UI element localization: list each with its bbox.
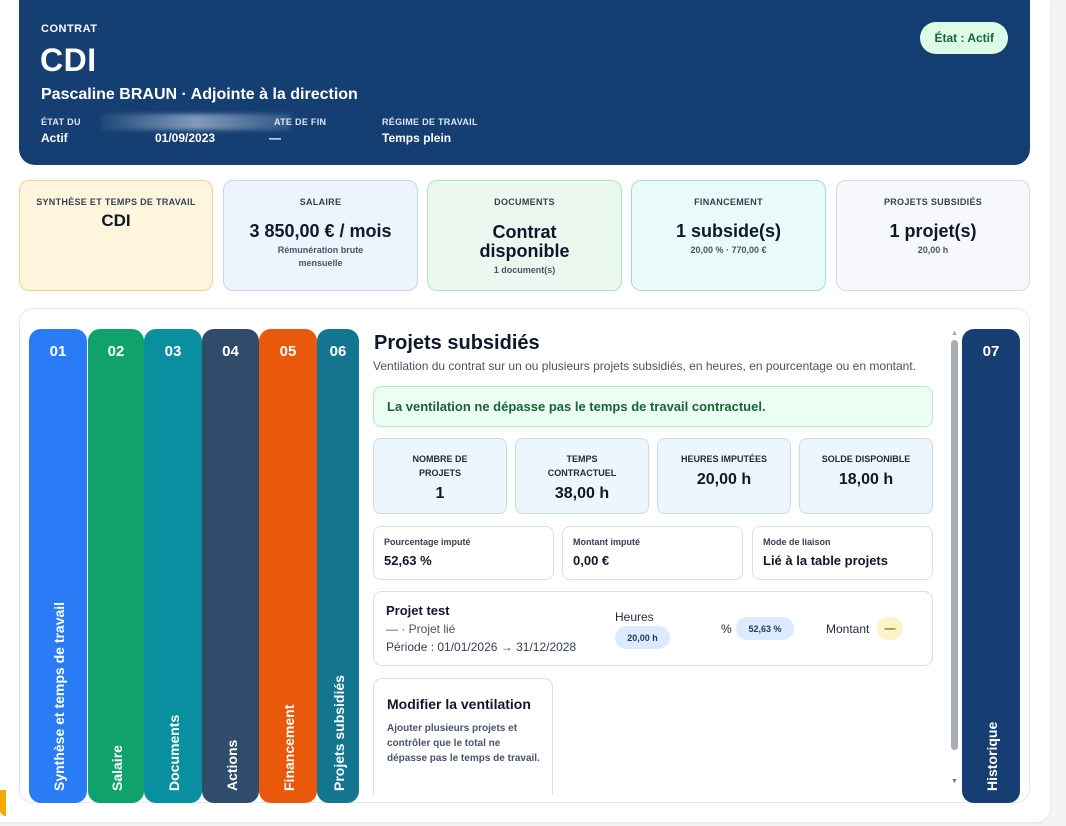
section-title: Projets subsidiés (374, 332, 540, 354)
page-accent-strip (0, 790, 6, 816)
card-value: 3 850,00 € / mois (249, 221, 392, 241)
card-label: FINANCEMENT (694, 197, 763, 207)
card-value: Contrat disponible (479, 222, 570, 261)
card-note: Rémunération brute mensuelle (277, 245, 364, 268)
amount-label: Montant (826, 622, 870, 636)
meta-value-start-date: 01/09/2023 (155, 131, 216, 145)
card-note: 1 document(s) (493, 265, 556, 275)
mini-value: 0,00 € (573, 553, 610, 568)
scroll-down-arrow-icon[interactable]: ▼ (951, 778, 958, 785)
percent-label: % (721, 622, 732, 636)
mini-label: Montant imputé (573, 537, 640, 547)
stat-label: SOLDE DISPONIBLE (821, 454, 911, 464)
card-note: 20,00 h (917, 245, 949, 255)
amount-badge: — (877, 617, 903, 640)
tab-subsidized-projects[interactable]: 06 Projets subsidiés (317, 329, 359, 803)
tab-salary[interactable]: 02 Salaire (88, 329, 144, 803)
card-label: SALAIRE (299, 197, 342, 207)
section-description: Ventilation du contrat sur un ou plusieu… (373, 359, 917, 373)
summary-card-salary[interactable]: SALAIRE 3 850,00 € / mois Rémunération b… (223, 180, 418, 291)
hours-label: Heures (615, 610, 654, 624)
content-scrollbar[interactable]: ▲ ▼ (949, 330, 961, 792)
summary-card-subsidized-projects[interactable]: PROJETS SUBSIDIÉS 1 projet(s) 20,00 h (836, 180, 1030, 291)
edit-description: Ajouter plusieurs projets et contrôler q… (387, 723, 540, 764)
contract-type-title: CDI (40, 42, 97, 78)
tab-label: Financement (281, 704, 297, 791)
hours-badge: 20,00 h (615, 626, 670, 649)
tab-actions[interactable]: 04 Actions (202, 329, 259, 803)
tab-number: 03 (164, 343, 182, 360)
tab-history[interactable]: 07 Historique (962, 329, 1020, 803)
tab-label: Projets subsidiés (331, 675, 347, 791)
tab-financing[interactable]: 05 Financement (259, 329, 317, 803)
stat-available-balance: SOLDE DISPONIBLE 18,00 h (799, 438, 933, 514)
tab-number: 06 (329, 343, 347, 360)
tab-label: Synthèse et temps de travail (51, 601, 67, 791)
meta-label-work-regime: RÉGIME DE TRAVAIL (382, 117, 478, 127)
project-type: — · Projet lié (386, 622, 456, 636)
tab-number: 07 (982, 343, 1000, 360)
project-row[interactable]: Projet test — · Projet lié Période : 01/… (373, 591, 933, 666)
project-period: Période : 01/01/2026 → 31/12/2028 (386, 640, 577, 654)
card-label: DOCUMENTS (494, 197, 555, 207)
tab-number: 01 (49, 343, 67, 360)
imputed-percentage-box: Pourcentage imputé 52,63 % (373, 526, 554, 580)
tab-number: 05 (279, 343, 297, 360)
meta-value-end-date: — (269, 131, 281, 145)
header-kicker: CONTRAT (41, 23, 98, 35)
card-label: PROJETS SUBSIDIÉS (883, 197, 983, 207)
tab-label: Actions (223, 739, 240, 791)
status-badge: État : Actif (920, 22, 1008, 54)
meta-value-status: Actif (41, 131, 68, 145)
stat-value: 1 (435, 485, 445, 502)
redacted-area (101, 114, 291, 130)
mini-value: 52,63 % (384, 553, 432, 568)
tab-label: Salaire (109, 745, 125, 791)
imputed-amount-box: Montant imputé 0,00 € (562, 526, 743, 580)
stat-imputed-hours: HEURES IMPUTÉES 20,00 h (657, 438, 791, 514)
card-value: 1 subside(s) (675, 221, 782, 241)
summary-card-documents[interactable]: DOCUMENTS Contrat disponible 1 document(… (427, 180, 622, 291)
stat-value: 18,00 h (838, 471, 894, 488)
summary-card-synthesis[interactable]: SYNTHÈSE ET TEMPS DE TRAVAIL CDI (19, 180, 213, 291)
tab-label: Historique (984, 721, 1000, 791)
stat-value: 38,00 h (554, 485, 610, 502)
summary-card-financing[interactable]: FINANCEMENT 1 subside(s) 20,00 % · 770,0… (631, 180, 826, 291)
tab-label: Documents (166, 714, 182, 791)
meta-value-work-regime: Temps plein (382, 131, 452, 145)
stat-label: TEMPS CONTRACTUEL (547, 454, 617, 478)
ventilation-status-alert: La ventilation ne dépasse pas le temps d… (373, 386, 933, 427)
contract-header: CONTRAT CDI Pascaline BRAUN · Adjointe à… (19, 0, 1030, 165)
edit-title: Modifier la ventilation (387, 696, 531, 712)
tab-synthesis[interactable]: 01 Synthèse et temps de travail (29, 329, 87, 803)
card-label: SYNTHÈSE ET TEMPS DE TRAVAIL (36, 197, 196, 207)
meta-label-end-date: ATE DE FIN (274, 117, 327, 127)
card-value: 1 projet(s) (889, 221, 977, 241)
percent-badge: 52,63 % (736, 617, 794, 640)
stat-project-count: NOMBRE DE PROJETS 1 (373, 438, 507, 514)
card-note: 20,00 % · 770,00 € (690, 245, 767, 255)
tab-number: 02 (107, 343, 125, 360)
employee-subtitle: Pascaline BRAUN · Adjointe à la directio… (41, 86, 358, 103)
scroll-up-arrow-icon[interactable]: ▲ (951, 330, 958, 337)
subsidized-projects-content: Projets subsidiés Ventilation du contrat… (373, 330, 933, 795)
tab-number: 04 (222, 343, 239, 360)
mini-value: Lié à la table projets (763, 553, 888, 568)
mini-label: Pourcentage imputé (384, 537, 471, 547)
stat-label: NOMBRE DE PROJETS (412, 454, 468, 478)
meta-label-status: ÉTAT DU (41, 117, 81, 127)
stat-value: 20,00 h (696, 471, 752, 488)
stat-label: HEURES IMPUTÉES (680, 454, 767, 464)
stat-contract-hours: TEMPS CONTRACTUEL 38,00 h (515, 438, 649, 514)
tab-documents[interactable]: 03 Documents (144, 329, 202, 803)
scrollbar-thumb[interactable] (951, 340, 958, 750)
mini-label: Mode de liaison (763, 537, 831, 547)
project-name: Projet test (386, 603, 450, 618)
card-value: CDI (101, 211, 131, 230)
edit-ventilation-card[interactable]: Modifier la ventilation Ajouter plusieur… (373, 678, 553, 795)
link-mode-box: Mode de liaison Lié à la table projets (752, 526, 933, 580)
